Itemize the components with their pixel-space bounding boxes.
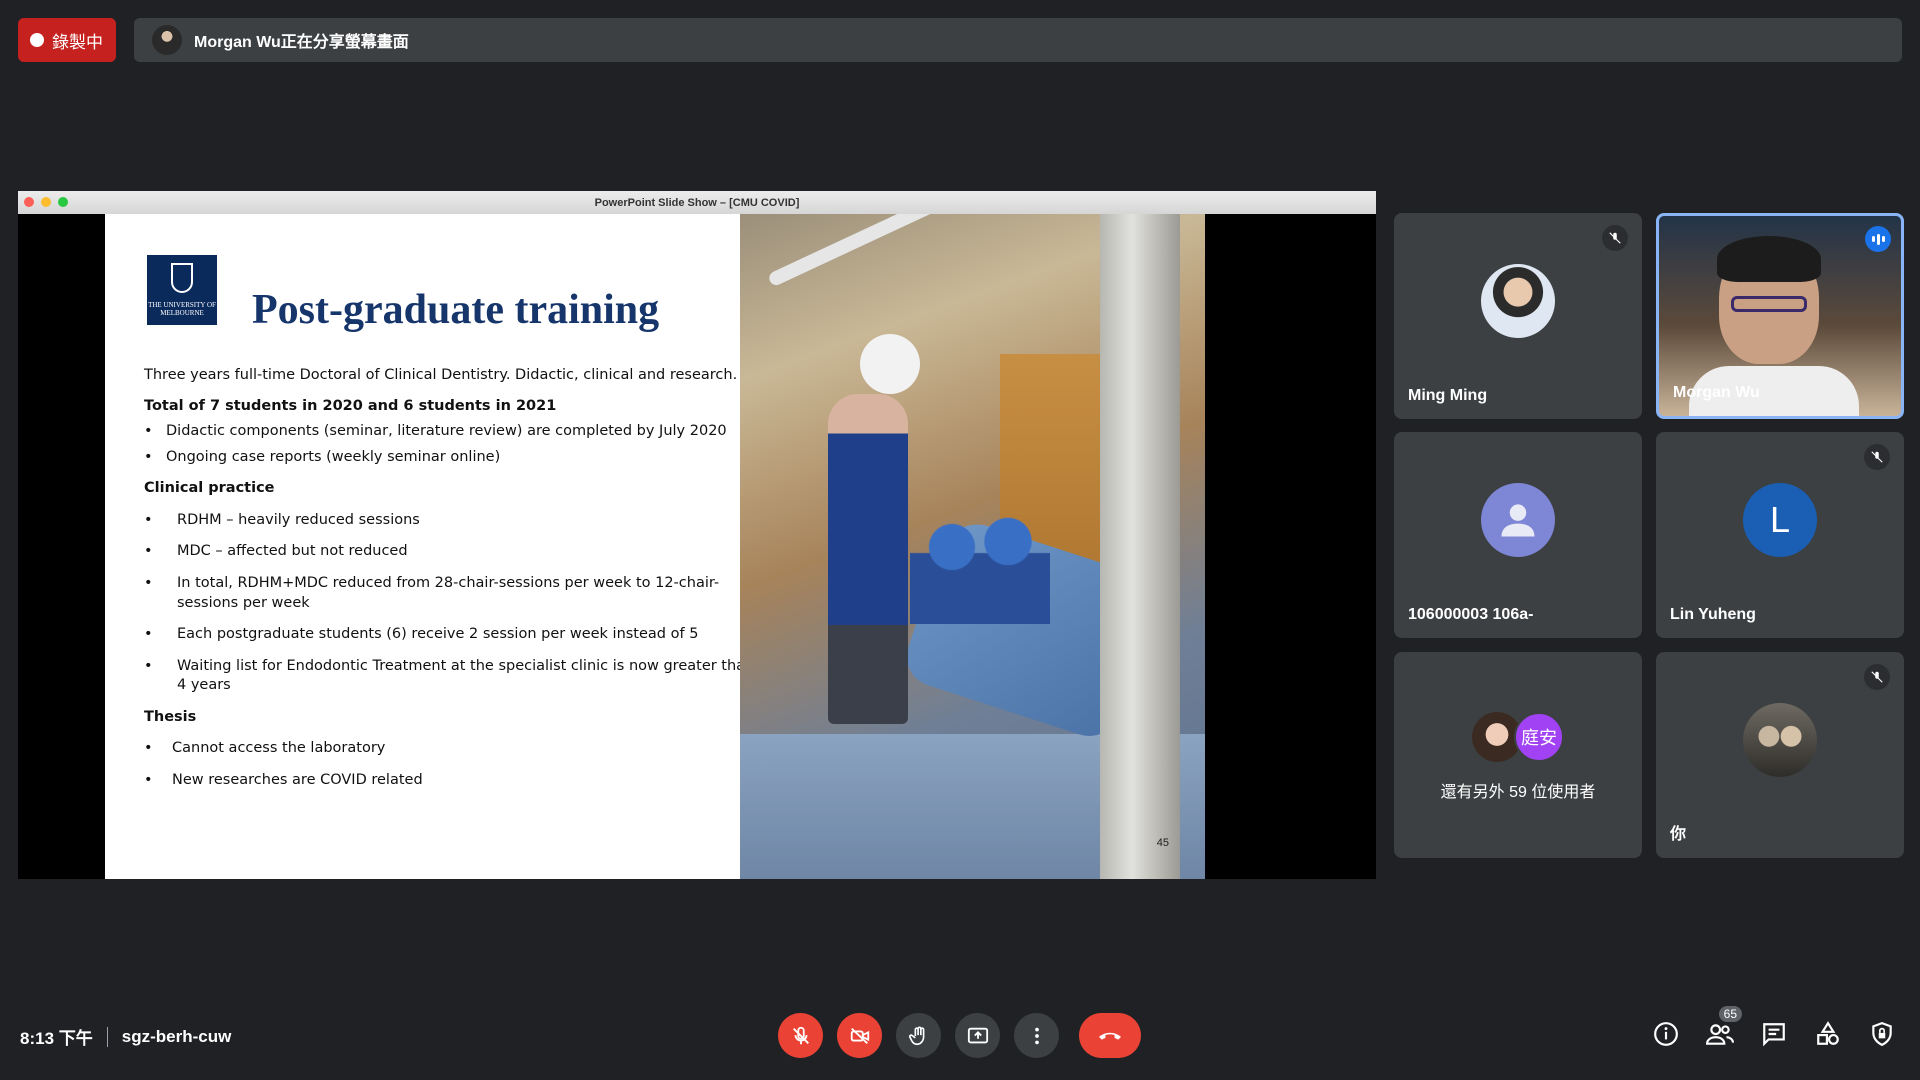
speaking-indicator-icon — [1865, 226, 1891, 252]
camera-toggle-button[interactable] — [837, 1013, 882, 1058]
clock-time: 8:13 下午 — [20, 1029, 93, 1048]
list-item: MDC – affected but not reduced — [144, 542, 764, 562]
mic-off-icon — [1864, 664, 1890, 690]
slide: THE UNIVERSITY OF MELBOURNE Post-graduat… — [105, 214, 1205, 879]
raise-hand-button[interactable] — [896, 1013, 941, 1058]
mic-off-icon — [792, 1026, 809, 1044]
thesis-list: Cannot access the laboratory New researc… — [144, 739, 764, 790]
record-dot-icon — [30, 33, 44, 47]
people-button[interactable]: 65 — [1702, 1006, 1742, 1052]
crest-icon — [171, 263, 193, 293]
window-titlebar: PowerPoint Slide Show – [CMU COVID] — [18, 191, 1376, 214]
slide-title: Post-graduate training — [252, 287, 660, 333]
window-title: PowerPoint Slide Show – [CMU COVID] — [594, 196, 800, 209]
participant-name: Lin Yuheng — [1670, 606, 1756, 623]
meeting-code: sgz-berh-cuw — [121, 1026, 232, 1046]
people-icon — [1706, 1024, 1734, 1045]
minimize-window-icon[interactable] — [41, 197, 51, 207]
self-tile[interactable]: 你 — [1656, 652, 1904, 858]
list-item: Each postgraduate students (6) receive 2… — [144, 625, 764, 645]
present-icon — [967, 1027, 988, 1043]
logo-text: THE UNIVERSITY OF MELBOURNE — [148, 301, 216, 318]
participant-name: Ming Ming — [1408, 387, 1488, 404]
slide-number: 45 — [1156, 837, 1169, 849]
list-item: In total, RDHM+MDC reduced from 28-chair… — [144, 574, 764, 613]
university-logo: THE UNIVERSITY OF MELBOURNE — [147, 255, 217, 325]
list-item: Cannot access the laboratory — [144, 739, 764, 759]
total-heading: Total of 7 students in 2020 and 6 studen… — [144, 397, 557, 414]
divider — [106, 1026, 108, 1047]
person-icon — [1481, 483, 1555, 557]
list-item: Ongoing case reports (weekly seminar onl… — [144, 448, 764, 468]
participant-name: Morgan Wu — [1673, 384, 1760, 401]
others-tile[interactable]: 庭安 還有另外 59 位使用者 — [1394, 652, 1642, 858]
recording-badge[interactable]: 錄製中 — [18, 18, 116, 62]
mic-off-icon — [1864, 444, 1890, 470]
activities-icon — [1817, 1021, 1839, 1045]
total-list: Didactic components (seminar, literature… — [144, 422, 764, 467]
more-options-button[interactable] — [1014, 1013, 1059, 1058]
chat-button[interactable] — [1756, 1016, 1792, 1052]
participant-name: 106000003 106a- — [1408, 606, 1534, 623]
recording-label: 錄製中 — [52, 32, 103, 52]
avatar-initial: 庭安 — [1514, 712, 1564, 762]
list-item: Waiting list for Endodontic Treatment at… — [144, 657, 764, 696]
list-item: RDHM – heavily reduced sessions — [144, 511, 764, 531]
meeting-info: 8:13 下午 sgz-berh-cuw — [20, 1024, 231, 1049]
hang-up-icon — [1099, 1032, 1121, 1040]
mic-off-icon — [1602, 225, 1628, 251]
clinic-photo: 45 — [740, 214, 1205, 879]
more-vert-icon — [1034, 1027, 1039, 1044]
meeting-details-button[interactable] — [1648, 1016, 1684, 1052]
info-icon — [1654, 1022, 1678, 1046]
shared-screen: PowerPoint Slide Show – [CMU COVID] THE … — [18, 191, 1376, 879]
presenter-avatar — [152, 25, 182, 55]
slide-intro: Three years full-time Doctoral of Clinic… — [144, 367, 738, 383]
avatar-initial: L — [1743, 483, 1817, 557]
participant-tile[interactable]: Ming Ming — [1394, 213, 1642, 419]
close-window-icon[interactable] — [24, 197, 34, 207]
maximize-window-icon[interactable] — [58, 197, 68, 207]
list-item: New researches are COVID related — [144, 771, 764, 791]
activities-button[interactable] — [1810, 1016, 1846, 1052]
mic-toggle-button[interactable] — [778, 1013, 823, 1058]
others-count-label: 還有另外 59 位使用者 — [1440, 784, 1596, 801]
leave-call-button[interactable] — [1079, 1013, 1141, 1058]
shield-lock-icon — [1872, 1022, 1892, 1047]
hand-icon — [908, 1026, 924, 1045]
participant-name: 你 — [1670, 826, 1687, 843]
present-screen-button[interactable] — [955, 1013, 1000, 1058]
people-count-badge: 65 — [1718, 1006, 1742, 1022]
meeting-side-controls: 65 — [1648, 1006, 1900, 1052]
slide-body: Three years full-time Doctoral of Clinic… — [144, 366, 764, 802]
participant-tile-active-speaker[interactable]: Morgan Wu — [1656, 213, 1904, 419]
screen-share-banner: Morgan Wu正在分享螢幕畫面 — [134, 18, 1902, 62]
avatar — [1743, 703, 1817, 777]
thesis-heading: Thesis — [144, 708, 197, 725]
call-controls — [778, 1013, 1141, 1058]
avatar — [1481, 264, 1555, 338]
chat-icon — [1763, 1023, 1785, 1047]
sharing-text: Morgan Wu正在分享螢幕畫面 — [194, 34, 409, 51]
host-controls-button[interactable] — [1864, 1016, 1900, 1052]
camera-off-icon — [850, 1027, 869, 1044]
clinical-list: RDHM – heavily reduced sessions MDC – af… — [144, 511, 764, 696]
participant-tile[interactable]: 106000003 106a- — [1394, 432, 1642, 638]
slide-text-area: THE UNIVERSITY OF MELBOURNE Post-graduat… — [105, 214, 754, 879]
list-item: Didactic components (seminar, literature… — [144, 422, 764, 442]
participant-tile[interactable]: L Lin Yuheng — [1656, 432, 1904, 638]
clinical-heading: Clinical practice — [144, 480, 275, 497]
